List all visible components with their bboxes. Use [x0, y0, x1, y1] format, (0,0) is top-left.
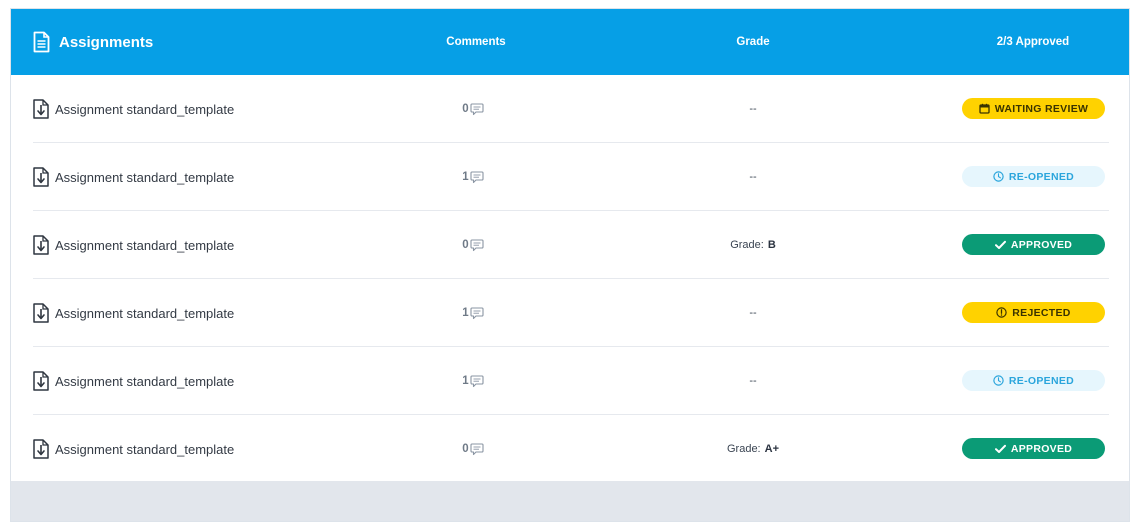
grade-cell: --	[703, 143, 803, 211]
comment-count: 1	[462, 171, 469, 183]
status-badge: RE-OPENED	[962, 166, 1105, 187]
grade-cell: --	[703, 75, 803, 143]
comments-cell[interactable]: 1	[443, 143, 503, 211]
header-title-group: Assignments	[33, 9, 153, 75]
comment-icon[interactable]	[470, 238, 484, 252]
column-header-grade[interactable]: Grade	[703, 9, 803, 75]
assignment-name[interactable]: Assignment standard_template	[55, 170, 234, 185]
grade-value: --	[749, 375, 757, 387]
status-label: RE-OPENED	[1008, 170, 1075, 183]
grade-value: --	[749, 103, 757, 115]
assignment-name-cell[interactable]: Assignment standard_template	[33, 415, 234, 483]
check-icon	[994, 240, 1006, 250]
assignment-row[interactable]: Assignment standard_template 1 -- REJECTED	[33, 279, 1109, 347]
comment-count: 1	[462, 375, 469, 387]
status-label: REJECTED	[1012, 306, 1071, 319]
comment-icon[interactable]	[470, 374, 484, 388]
status-label: APPROVED	[1010, 442, 1073, 455]
assignment-name[interactable]: Assignment standard_template	[55, 306, 234, 321]
grade-cell: Grade: B	[703, 211, 803, 279]
grade-value: --	[749, 171, 757, 183]
alert-circle-icon	[996, 307, 1007, 318]
assignment-name[interactable]: Assignment standard_template	[55, 374, 234, 389]
check-icon	[994, 444, 1006, 454]
assignment-row[interactable]: Assignment standard_template 0 -- WAITING R…	[33, 75, 1109, 143]
assignment-name[interactable]: Assignment standard_template	[55, 442, 234, 457]
comments-cell[interactable]: 1	[443, 347, 503, 415]
comment-icon[interactable]	[470, 102, 484, 116]
grade-label: Grade:	[730, 239, 764, 251]
download-file-icon[interactable]	[33, 235, 49, 255]
column-header-approved[interactable]: 2/3 Approved	[973, 9, 1093, 75]
status-label: RE-OPENED	[1008, 374, 1075, 387]
assignment-name[interactable]: Assignment standard_template	[55, 238, 234, 253]
assignment-name-cell[interactable]: Assignment standard_template	[33, 211, 234, 279]
assignment-row[interactable]: Assignment standard_template 0 Grade: B APPR…	[33, 211, 1109, 279]
status-badge: REJECTED	[962, 302, 1105, 323]
grade-value: --	[749, 307, 757, 319]
status-label: APPROVED	[1010, 238, 1073, 251]
download-file-icon[interactable]	[33, 99, 49, 119]
assignment-name-cell[interactable]: Assignment standard_template	[33, 279, 234, 347]
page-title: Assignments	[59, 33, 154, 51]
status-badge: RE-OPENED	[962, 370, 1105, 391]
assignments-card: Assignments Comments Grade 2/3 Approved …	[10, 8, 1130, 522]
comment-icon[interactable]	[470, 170, 484, 184]
assignment-name-cell[interactable]: Assignment standard_template	[33, 143, 234, 211]
download-file-icon[interactable]	[33, 167, 49, 187]
column-header-comments[interactable]: Comments	[426, 9, 526, 75]
assignment-row[interactable]: Assignment standard_template 0 Grade: A+ APP…	[33, 415, 1109, 483]
comments-cell[interactable]: 0	[443, 75, 503, 143]
assignment-row[interactable]: Assignment standard_template 1 -- RE-OPENED	[33, 143, 1109, 211]
comment-count: 0	[462, 443, 469, 455]
download-file-icon[interactable]	[33, 303, 49, 323]
clock-icon	[993, 375, 1004, 386]
status-badge: APPROVED	[962, 234, 1105, 255]
comment-count: 1	[462, 307, 469, 319]
grade-value: B	[767, 239, 776, 251]
calendar-icon	[979, 103, 990, 114]
comments-cell[interactable]: 0	[443, 415, 503, 483]
comment-count: 0	[462, 103, 469, 115]
assignments-header: Assignments Comments Grade 2/3 Approved	[11, 9, 1129, 75]
grade-cell: --	[703, 347, 803, 415]
status-badge: APPROVED	[962, 438, 1105, 459]
assignment-name[interactable]: Assignment standard_template	[55, 102, 234, 117]
grade-label: Grade:	[726, 443, 761, 455]
comment-icon[interactable]	[470, 442, 484, 456]
assignment-name-cell[interactable]: Assignment standard_template	[33, 75, 234, 143]
status-badge: WAITING REVIEW	[962, 98, 1105, 119]
grade-cell: Grade: A+	[703, 415, 803, 483]
comment-icon[interactable]	[470, 306, 484, 320]
download-file-icon[interactable]	[33, 371, 49, 391]
comments-cell[interactable]: 1	[443, 279, 503, 347]
document-icon	[33, 31, 50, 53]
download-file-icon[interactable]	[33, 439, 49, 459]
status-label: WAITING REVIEW	[994, 102, 1089, 115]
card-footer	[11, 481, 1129, 521]
grade-value: A+	[764, 443, 779, 455]
clock-icon	[993, 171, 1004, 182]
assignment-name-cell[interactable]: Assignment standard_template	[33, 347, 234, 415]
assignment-row[interactable]: Assignment standard_template 1 -- RE-OPENED	[33, 347, 1109, 415]
comments-cell[interactable]: 0	[443, 211, 503, 279]
comment-count: 0	[462, 239, 469, 251]
grade-cell: --	[703, 279, 803, 347]
